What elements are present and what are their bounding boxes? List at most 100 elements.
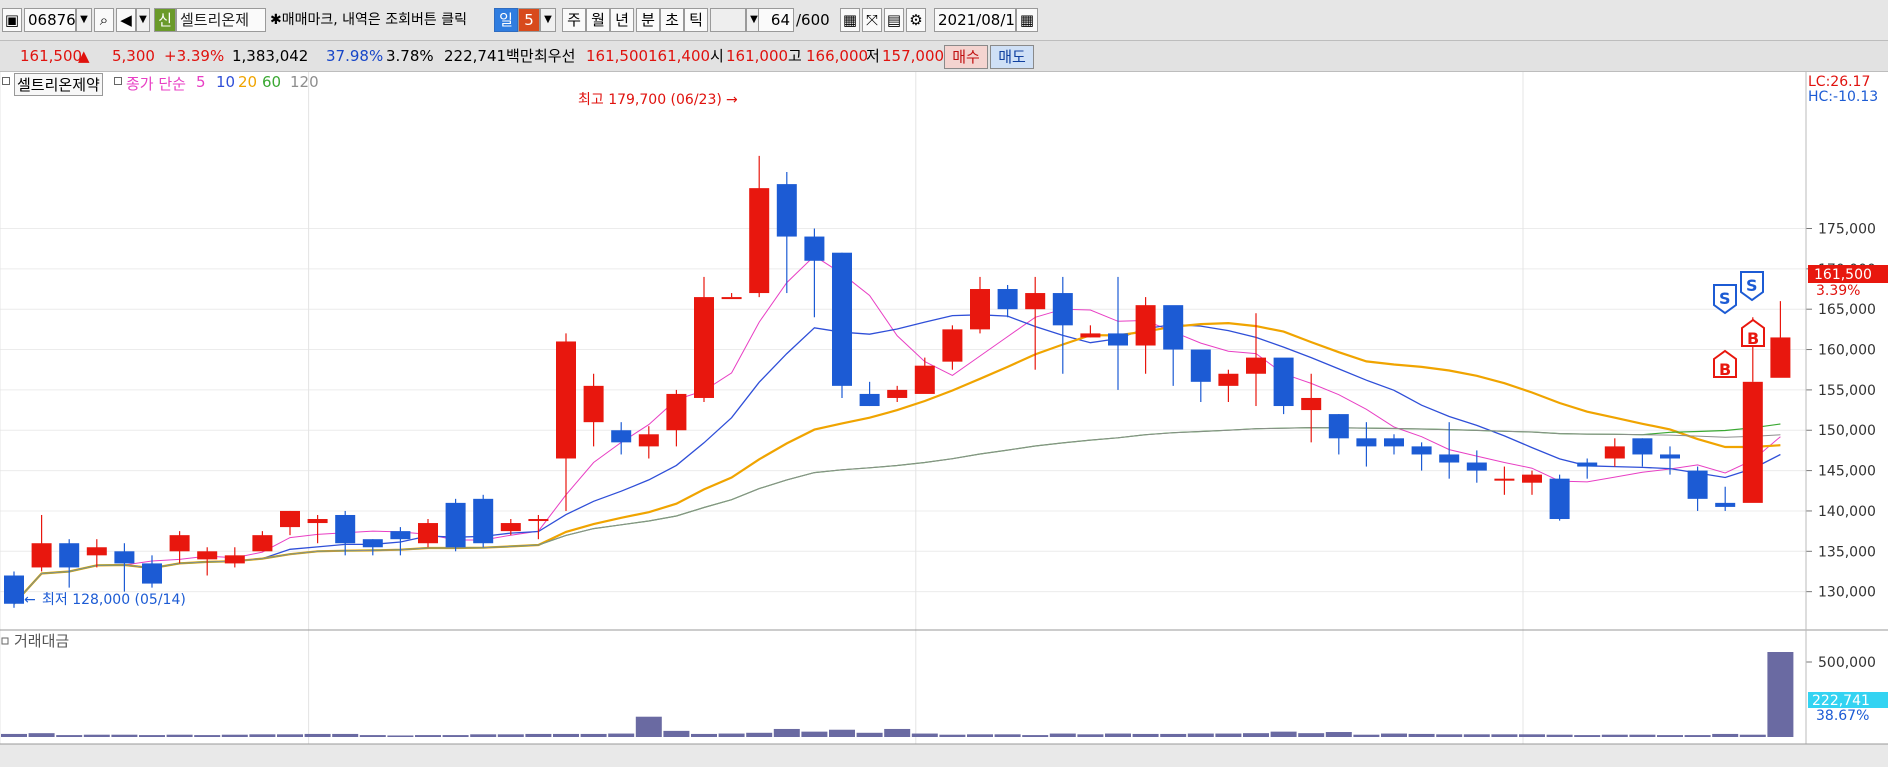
sell-button[interactable]: 매도 — [990, 45, 1034, 69]
ma120-line — [13, 427, 1781, 605]
volume-bar — [1601, 734, 1628, 737]
candle-body — [749, 188, 770, 294]
stock-code-dropdown-icon[interactable]: ▼ — [76, 8, 92, 32]
marker-hint-text: ✱매매마크, 내역은 조회버튼 클릭 — [270, 12, 467, 28]
current-price-tag-text: 161,500 — [1814, 267, 1872, 283]
period-minute-button[interactable]: 분 — [636, 8, 660, 32]
buy-button[interactable]: 매수 — [944, 45, 988, 69]
candle-body — [335, 514, 356, 544]
ma60-line — [13, 423, 1781, 605]
volume-bar — [1739, 734, 1766, 737]
volume-bar — [856, 732, 883, 737]
period-second-button[interactable]: 초 — [660, 8, 684, 32]
candle-body — [307, 519, 328, 524]
volume-toggle-icon[interactable] — [1, 637, 9, 645]
volume-bar — [580, 733, 607, 737]
period-day-button[interactable]: 일 — [494, 8, 518, 32]
chart-menu-icon[interactable]: ▣ — [2, 8, 22, 32]
volume-bar — [1629, 734, 1656, 737]
buy-signal-icon[interactable]: B — [1741, 318, 1765, 348]
candle-body — [1384, 438, 1404, 447]
search-icon[interactable]: ⌕ — [94, 8, 114, 32]
speaker-dropdown-icon[interactable]: ▼ — [136, 8, 150, 32]
candle-body — [1577, 462, 1598, 467]
candle-body — [1770, 337, 1791, 378]
trade-amount: 222,741백만 — [444, 47, 534, 65]
candle-body — [86, 547, 107, 556]
volume-bar — [746, 732, 773, 737]
candle-body — [1494, 478, 1515, 481]
stock-name-field[interactable]: 셀트리온제 — [176, 8, 266, 32]
volume-bar — [139, 735, 165, 737]
high-price: 166,000 — [806, 47, 869, 65]
min-arrow-icon: ← — [24, 592, 36, 608]
volume-bar — [1657, 735, 1683, 737]
candle-body — [638, 434, 659, 447]
settings-gear-icon[interactable]: ⚙ — [906, 8, 926, 32]
candle-body — [142, 563, 162, 584]
volume-bar — [83, 734, 110, 737]
calendar-icon[interactable]: ▦ — [1016, 8, 1038, 32]
svg-text:S: S — [1719, 289, 1731, 308]
sell-signal-icon[interactable]: S — [1740, 271, 1764, 302]
period-n-dropdown-icon[interactable]: ▼ — [540, 8, 556, 32]
period-n-field[interactable]: 5 — [518, 8, 540, 32]
candle-body — [1246, 357, 1266, 374]
volume-bar — [1049, 733, 1076, 737]
volume-bar — [1712, 733, 1739, 737]
interval-field[interactable] — [710, 8, 746, 32]
price-change: 5,300 — [112, 47, 155, 65]
candle-body — [970, 289, 990, 330]
candle-body — [1025, 293, 1046, 310]
volume-bar — [304, 733, 331, 737]
trade-volume: 1,383,042 — [232, 47, 309, 65]
candle-body — [59, 543, 80, 568]
candle-body — [1439, 454, 1460, 463]
lc-label: LC:26.17 — [1808, 74, 1870, 90]
period-week-button[interactable]: 주 — [562, 8, 586, 32]
candle-body — [1356, 438, 1377, 447]
candle-body — [832, 252, 852, 386]
volume-bar — [608, 733, 635, 737]
volume-bar — [111, 734, 138, 737]
candle-body — [1466, 462, 1487, 471]
volume-bar — [829, 729, 855, 737]
volume-bar — [1325, 732, 1352, 737]
draw-icon[interactable]: ⤧ — [862, 8, 882, 32]
period-tick-button[interactable]: 틱 — [684, 8, 708, 32]
count-total: /600 — [796, 11, 830, 29]
turnover-rate: 3.78% — [386, 47, 434, 65]
candle-body — [31, 543, 52, 568]
indicator-icon[interactable]: ▦ — [840, 8, 860, 32]
svg-text:S: S — [1746, 276, 1758, 295]
y-tick-label: 155,000 — [1818, 383, 1876, 399]
candle-body — [362, 539, 383, 548]
date-input[interactable]: 2021/08/12 — [934, 8, 1024, 32]
speaker-icon[interactable]: ◀ — [116, 8, 136, 32]
stock-code-input[interactable]: 068760 — [24, 8, 85, 32]
volume-bar — [663, 730, 690, 737]
candle-body — [1080, 333, 1101, 338]
candle-body — [1218, 373, 1239, 386]
volume-bar — [442, 735, 469, 737]
volume-bar — [1270, 731, 1297, 737]
count-input[interactable]: 64 — [758, 8, 794, 32]
candles — [4, 155, 1791, 608]
candle-body — [1328, 414, 1349, 439]
current-price: 161,500 — [20, 47, 83, 65]
volume-bar — [359, 735, 386, 737]
volume-ratio: 37.98% — [326, 47, 384, 65]
buy-signal-icon[interactable]: B — [1713, 349, 1737, 379]
volume-bar — [635, 716, 662, 737]
price-chart[interactable]: 175,000170,000165,000160,000155,000150,0… — [0, 72, 1888, 767]
period-month-button[interactable]: 월 — [586, 8, 610, 32]
candle-body — [1108, 333, 1128, 346]
current-pct-text: 3.39% — [1816, 283, 1860, 299]
candle-body — [942, 329, 963, 362]
volume-bar — [1243, 733, 1269, 737]
save-icon[interactable]: ▤ — [884, 8, 904, 32]
period-year-button[interactable]: 년 — [610, 8, 634, 32]
max-arrow-icon: → — [726, 92, 738, 108]
candle-body — [721, 297, 742, 300]
date-axis-bar — [0, 744, 1888, 767]
